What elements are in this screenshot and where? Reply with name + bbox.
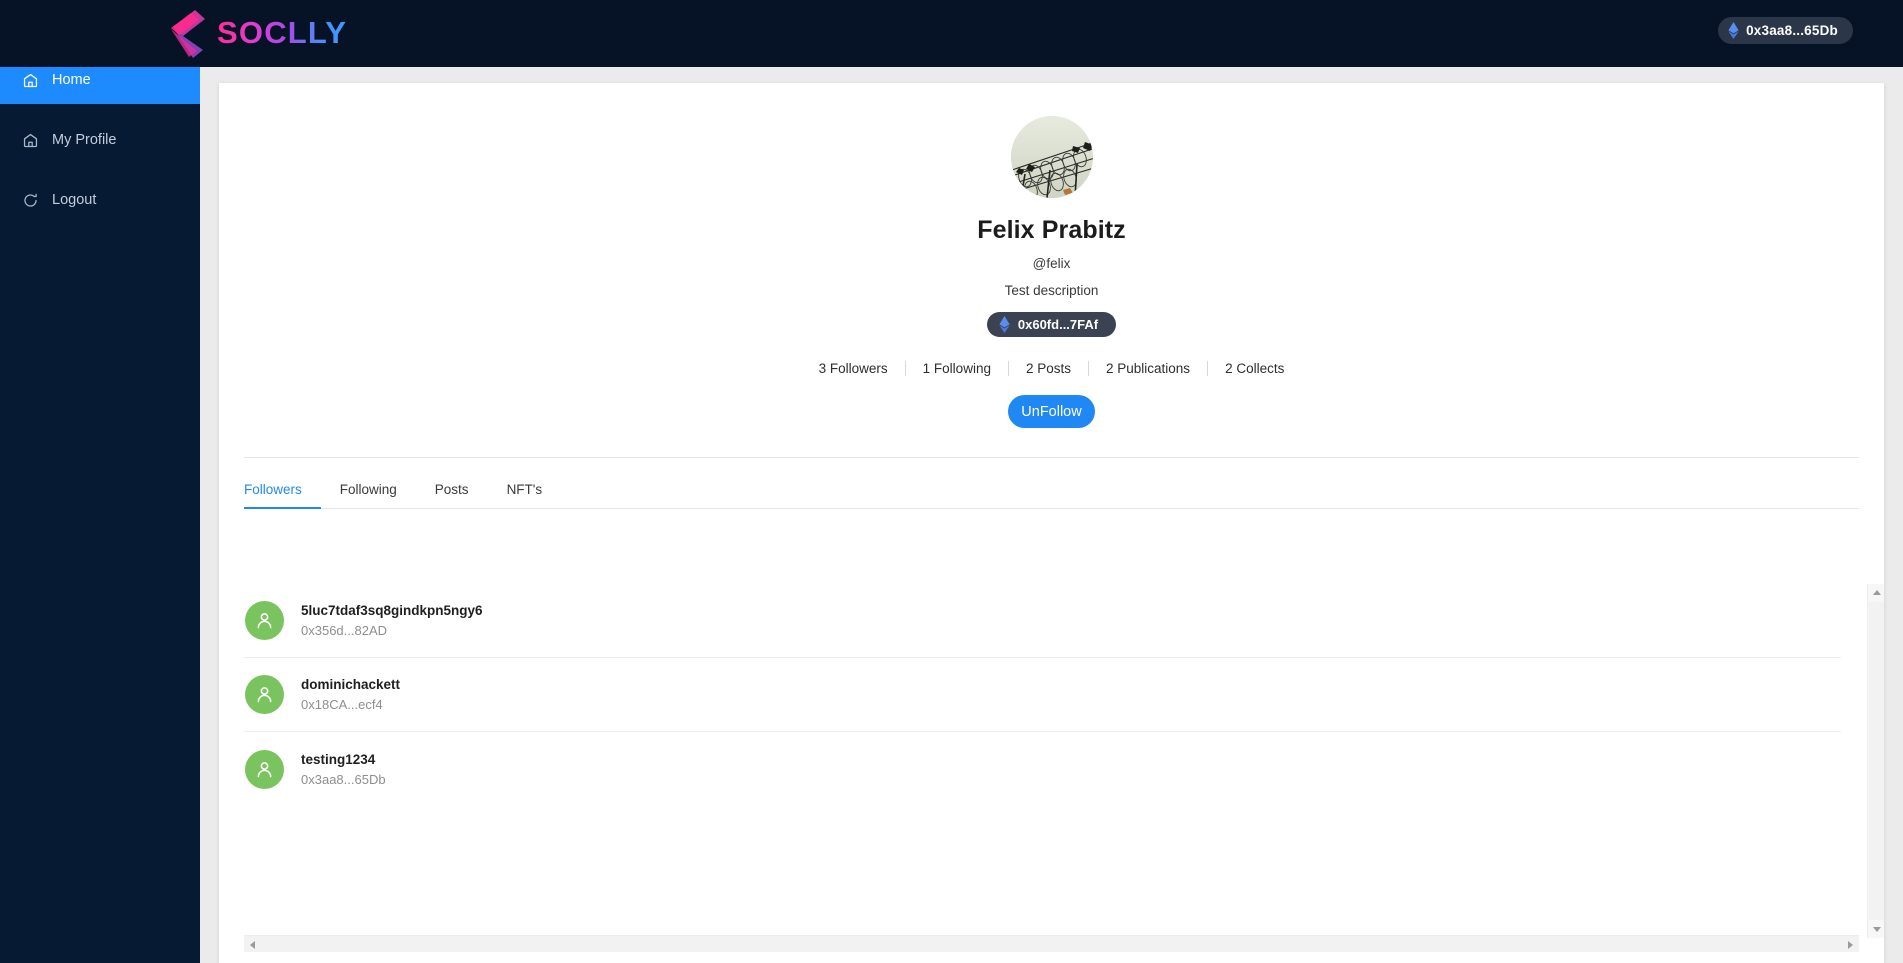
top-bar: SOCLLY 0x3aa8...65Db bbox=[0, 0, 1903, 67]
list-item-name: testing1234 bbox=[301, 751, 376, 767]
list-item[interactable]: dominichackett 0x18CA...ecf4 bbox=[244, 658, 1841, 732]
tab-posts[interactable]: Posts bbox=[416, 482, 488, 509]
stat-following[interactable]: 1 Following bbox=[904, 361, 1008, 376]
user-icon bbox=[257, 687, 272, 703]
list-item-name: 5luc7tdaf3sq8gindkpn5ngy6 bbox=[301, 603, 483, 618]
section-divider bbox=[244, 457, 1859, 458]
stat-posts[interactable]: 2 Posts bbox=[1007, 361, 1088, 376]
triangle-up-icon bbox=[1872, 590, 1881, 595]
stat-collects[interactable]: 2 Collects bbox=[1207, 361, 1301, 376]
tab-followers[interactable]: Followers bbox=[244, 482, 321, 509]
profile-header: Felix Prabitz @felix Test description 0x… bbox=[219, 83, 1884, 428]
user-icon bbox=[257, 761, 272, 777]
list-item-address: 0x18CA...ecf4 bbox=[301, 697, 383, 712]
wallet-address-text-profile: 0x60fd...7FAf bbox=[1017, 317, 1099, 332]
wallet-address-badge-profile[interactable]: 0x60fd...7FAf bbox=[986, 312, 1117, 337]
profile-tabs: Followers Following Posts NFT's bbox=[244, 482, 1884, 509]
stat-publications[interactable]: 2 Publications bbox=[1088, 361, 1207, 376]
sidebar-item-label-my-profile: My Profile bbox=[52, 132, 117, 148]
ethereum-icon bbox=[1728, 22, 1739, 39]
list-item-address: 0x3aa8...65Db bbox=[301, 771, 386, 787]
avatar bbox=[245, 675, 284, 714]
avatar bbox=[245, 601, 284, 640]
followers-list-inner: 5luc7tdaf3sq8gindkpn5ngy6 0x356d...82AD … bbox=[244, 584, 1841, 922]
followers-list: 5luc7tdaf3sq8gindkpn5ngy6 0x356d...82AD … bbox=[244, 584, 1859, 938]
vertical-scroll-thumb[interactable] bbox=[1869, 602, 1884, 920]
scroll-up-button[interactable] bbox=[1868, 584, 1884, 601]
main-content-area: Felix Prabitz @felix Test description 0x… bbox=[200, 56, 1903, 963]
scroll-down-button[interactable] bbox=[1868, 921, 1884, 938]
triangle-right-icon bbox=[1848, 940, 1853, 949]
logout-icon bbox=[24, 193, 37, 207]
triangle-left-icon bbox=[250, 940, 255, 949]
brand-logo[interactable]: SOCLLY bbox=[165, 6, 347, 60]
page-title: Felix Prabitz bbox=[977, 216, 1126, 244]
stat-followers[interactable]: 3 Followers bbox=[802, 361, 905, 376]
profile-description: Test description bbox=[1004, 283, 1099, 298]
triangle-down-icon bbox=[1872, 927, 1881, 932]
profile-stats: 3 Followers 1 Following 2 Posts 2 Public… bbox=[802, 361, 1302, 376]
scroll-right-button[interactable] bbox=[1842, 936, 1859, 953]
wallet-address-badge-header[interactable]: 0x3aa8...65Db bbox=[1718, 17, 1853, 44]
sidebar-nav: Home My Profile Logout bbox=[0, 56, 200, 963]
sidebar-item-label-home: Home bbox=[52, 72, 91, 88]
home-icon bbox=[23, 73, 38, 87]
list-item[interactable]: testing1234 0x3aa8...65Db bbox=[244, 732, 1841, 806]
soclly-s-logo-icon bbox=[171, 10, 205, 58]
sidebar-item-logout[interactable]: Logout bbox=[0, 176, 200, 224]
user-icon bbox=[257, 613, 272, 629]
list-item-meta: testing1234 0x3aa8...65Db bbox=[301, 752, 386, 787]
list-vertical-scrollbar[interactable] bbox=[1867, 584, 1884, 938]
home-icon bbox=[23, 133, 38, 147]
tab-nfts[interactable]: NFT's bbox=[488, 482, 562, 509]
list-item-meta: dominichackett 0x18CA...ecf4 bbox=[301, 677, 400, 712]
sidebar-item-my-profile[interactable]: My Profile bbox=[0, 116, 200, 164]
brand-name: SOCLLY bbox=[217, 6, 347, 60]
list-horizontal-scrollbar[interactable] bbox=[244, 935, 1859, 952]
list-item-address: 0x356d...82AD bbox=[301, 623, 388, 638]
unfollow-button[interactable]: UnFollow bbox=[1008, 395, 1095, 428]
tab-following[interactable]: Following bbox=[321, 482, 416, 509]
avatar bbox=[245, 749, 284, 789]
wallet-address-text-header: 0x3aa8...65Db bbox=[1746, 23, 1838, 38]
profile-handle: @felix bbox=[1032, 256, 1071, 271]
list-item[interactable]: 5luc7tdaf3sq8gindkpn5ngy6 0x356d...82AD bbox=[244, 584, 1841, 658]
horizontal-scroll-thumb[interactable] bbox=[262, 937, 1841, 952]
avatar bbox=[1010, 116, 1093, 198]
profile-card: Felix Prabitz @felix Test description 0x… bbox=[219, 83, 1884, 963]
list-item-name: dominichackett bbox=[301, 677, 401, 692]
barbed-wire-photo-avatar-icon bbox=[1010, 116, 1093, 198]
list-item-meta: 5luc7tdaf3sq8gindkpn5ngy6 0x356d...82AD bbox=[301, 603, 483, 638]
scroll-left-button[interactable] bbox=[244, 936, 261, 953]
ethereum-icon bbox=[999, 316, 1010, 333]
sidebar-item-label-logout: Logout bbox=[52, 192, 97, 208]
